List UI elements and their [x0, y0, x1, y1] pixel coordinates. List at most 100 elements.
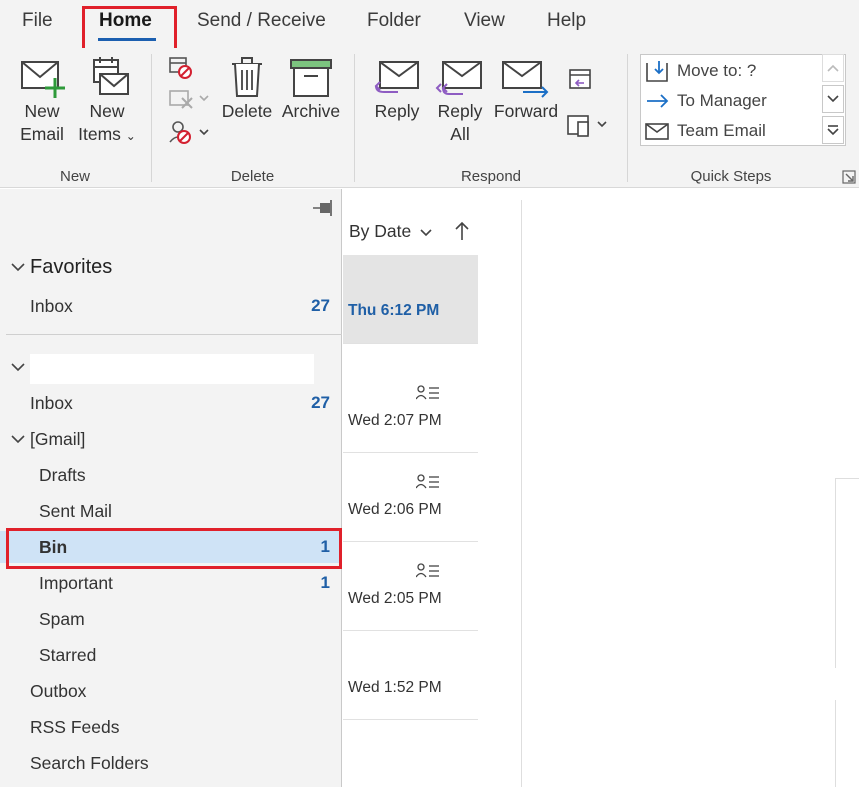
sort-direction-arrow-icon[interactable] — [455, 221, 469, 241]
chevron-down-icon — [11, 263, 25, 272]
folder-label: RSS Feeds — [30, 716, 120, 737]
ribbon: New Email New Items ⌄ New Delete Archive… — [0, 48, 859, 188]
group-label-delete: Delete — [230, 168, 275, 185]
folder-item-favorites-inbox[interactable]: Inbox 27 — [0, 290, 342, 322]
ignore-icon[interactable] — [168, 56, 194, 80]
message-item[interactable]: Wed 2:06 PM — [343, 453, 478, 542]
archive-button[interactable]: Archive — [278, 56, 344, 123]
arrow-right-icon — [647, 94, 669, 108]
message-date: Wed 2:05 PM — [348, 590, 442, 607]
folder-label: Inbox — [30, 295, 73, 316]
folder-label: Spam — [39, 608, 85, 629]
reading-pane-edge — [835, 478, 836, 668]
quick-step-to-manager-label: To Manager — [677, 91, 767, 110]
menu-bar: File Home Send / Receive Folder View Hel… — [0, 0, 859, 48]
forward-button[interactable]: Forward — [492, 58, 560, 123]
new-items-button[interactable]: New Items ⌄ — [74, 56, 140, 148]
account-name[interactable] — [30, 354, 314, 384]
meeting-reply-icon[interactable] — [566, 66, 594, 92]
cleanup-icon[interactable] — [168, 88, 210, 110]
junk-icon[interactable] — [168, 120, 210, 146]
new-email-button[interactable]: New Email — [12, 58, 72, 146]
tab-help[interactable]: Help — [547, 10, 586, 32]
folder-item-drafts[interactable]: Drafts — [0, 459, 342, 491]
new-items-label-1: New — [89, 101, 125, 121]
tab-home[interactable]: Home — [99, 10, 152, 32]
folder-label: Sent Mail — [39, 500, 112, 521]
chevron-down-icon — [420, 229, 432, 237]
message-item[interactable]: Wed 2:07 PM — [343, 364, 478, 453]
reading-pane-edge — [835, 700, 836, 787]
chevron-down-icon[interactable] — [11, 362, 25, 372]
message-item[interactable]: Wed 1:52 PM — [343, 631, 478, 720]
tab-file[interactable]: File — [22, 10, 53, 32]
pin-icon[interactable] — [312, 199, 334, 217]
new-items-icon — [93, 57, 129, 95]
folder-item-important[interactable]: Important 1 — [0, 567, 342, 599]
ribbon-separator — [151, 54, 152, 182]
folder-item-inbox[interactable]: Inbox 27 — [0, 387, 342, 419]
reply-all-icon — [435, 61, 482, 95]
new-email-icon — [21, 61, 65, 98]
unread-count: 1 — [320, 537, 330, 556]
more-respond-icon[interactable] — [566, 112, 610, 140]
folder-item-bin[interactable]: Bin 1 — [0, 531, 342, 563]
meeting-attendee-icon — [416, 474, 439, 489]
folder-item-gmail[interactable]: [Gmail] — [0, 423, 342, 455]
new-email-label-1: New — [24, 101, 60, 121]
folder-label: Outbox — [30, 680, 87, 701]
folder-label: Bin — [39, 536, 68, 557]
folder-label: Starred — [39, 644, 97, 665]
message-date: Wed 2:07 PM — [348, 412, 442, 429]
forward-label: Forward — [493, 101, 559, 121]
reply-all-label-1: Reply — [437, 101, 483, 121]
folder-item-search-folders[interactable]: Search Folders — [0, 747, 342, 779]
quick-step-move-to[interactable]: Move to: ? — [645, 57, 756, 85]
folder-item-sent-mail[interactable]: Sent Mail — [0, 495, 342, 527]
folder-item-outbox[interactable]: Outbox — [0, 675, 342, 707]
message-item[interactable]: Wed 2:05 PM — [343, 542, 478, 631]
trash-icon — [232, 57, 262, 97]
quick-steps-scroll-up[interactable] — [822, 54, 844, 82]
quick-step-team-email[interactable]: Team Email — [645, 117, 766, 145]
reply-label: Reply — [374, 101, 420, 121]
envelope-icon — [645, 123, 669, 140]
archive-label: Archive — [281, 101, 341, 121]
group-label-quick-steps: Quick Steps — [690, 168, 772, 185]
favorites-label: Favorites — [30, 255, 113, 278]
message-item[interactable]: Thu 6:12 PM — [343, 255, 478, 344]
unread-count: 27 — [311, 393, 330, 412]
section-divider — [6, 334, 342, 335]
folder-label: Inbox — [30, 392, 73, 413]
folder-item-rss-feeds[interactable]: RSS Feeds — [0, 711, 342, 743]
group-label-respond: Respond — [460, 168, 522, 185]
folder-item-starred[interactable]: Starred — [0, 639, 342, 671]
reading-pane-edge — [835, 478, 859, 479]
message-date: Wed 2:06 PM — [348, 501, 442, 518]
tab-send-receive[interactable]: Send / Receive — [197, 10, 326, 32]
chevron-down-icon — [827, 95, 839, 103]
quick-steps-more[interactable] — [822, 116, 844, 144]
folder-pane: Favorites Inbox 27 Inbox 27 [Gmail] Draf… — [0, 189, 342, 787]
quick-step-move-to-label: Move to: ? — [677, 61, 757, 80]
new-email-label-2: Email — [20, 124, 64, 144]
tab-folder[interactable]: Folder — [367, 10, 421, 32]
quick-steps-scroll-down[interactable] — [822, 85, 844, 113]
tab-view[interactable]: View — [464, 10, 505, 32]
forward-icon — [502, 61, 549, 98]
sort-by-date-button[interactable]: By Date — [349, 221, 432, 242]
active-tab-indicator — [98, 38, 156, 41]
reply-button[interactable]: Reply — [366, 58, 428, 123]
ribbon-separator — [627, 54, 628, 182]
folder-item-spam[interactable]: Spam — [0, 603, 342, 635]
expand-gallery-icon — [827, 125, 839, 136]
favorites-header[interactable]: Favorites — [0, 251, 342, 283]
unread-count: 1 — [320, 573, 330, 592]
delete-button[interactable]: Delete — [218, 56, 276, 123]
group-label-new: New — [59, 168, 90, 185]
meeting-attendee-icon — [416, 563, 439, 578]
dialog-launcher-icon[interactable] — [842, 170, 856, 184]
reply-all-button[interactable]: Reply All — [430, 58, 490, 146]
quick-step-to-manager[interactable]: To Manager — [645, 87, 767, 115]
folder-label: Drafts — [39, 464, 86, 485]
